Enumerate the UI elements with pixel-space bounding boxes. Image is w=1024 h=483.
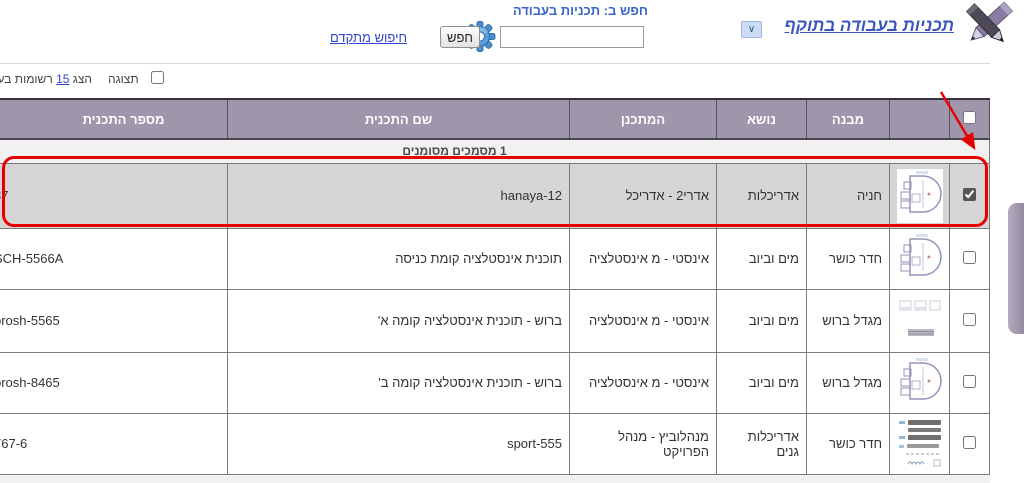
records-prefix: הצג [73, 72, 92, 86]
search-input[interactable] [500, 26, 644, 48]
plan-thumbnail-cell [890, 352, 950, 413]
select-all-checkbox[interactable] [963, 111, 976, 124]
floor-plan-thumbnail[interactable] [896, 250, 944, 265]
plan-thumbnail-cell [890, 413, 950, 474]
records-count-link[interactable]: 15 [56, 72, 69, 86]
plan-thumbnail-cell [890, 163, 950, 228]
subject-cell: מים וביוב [717, 228, 807, 289]
marked-documents-row: 1 מסמכים מסומנים [0, 139, 990, 163]
plan-number-cell: brosh-8465 [0, 352, 228, 413]
crossed-pencils-icon [956, 0, 1022, 52]
subject-cell: אדריכלות [717, 163, 807, 228]
plan-name: ברוש - תוכנית אינסטלציה קומה א' [378, 313, 562, 328]
building-cell: חניה [807, 163, 890, 228]
column-header-subject: נושא [717, 99, 807, 139]
row-select-cell [950, 352, 990, 413]
plan-number-cell: 767-6 [0, 413, 228, 474]
row-select-checkbox[interactable] [963, 375, 976, 388]
plan-thumbnail-cell [890, 289, 950, 352]
plan-number-cell: brosh-5565 [0, 289, 228, 352]
table-footer [0, 475, 990, 483]
display-label: תצוגה [108, 72, 139, 86]
subject-cell: מים וביוב [717, 352, 807, 413]
row-select-checkbox[interactable] [963, 251, 976, 264]
plan-name-cell: תוכנית אינסטלציה קומת כניסה [228, 228, 570, 289]
page-title-link[interactable]: תכניות בעבודה בתוקף [784, 16, 954, 36]
row-select-checkbox[interactable] [963, 188, 976, 201]
column-header-planner: המתכנן [570, 99, 717, 139]
search-button[interactable]: חפש [440, 26, 480, 48]
advanced-search-link[interactable]: חיפוש מתקדם [330, 30, 407, 45]
column-header-thumb [890, 99, 950, 139]
subject-cell: אדריכלות גנים [717, 413, 807, 474]
table-row[interactable]: חדר כושראדריכלות גניםמנהלוביץ - מנהל הפר… [0, 413, 990, 474]
plan-name-cell: hanaya-12 [228, 163, 570, 228]
planner-cell: אינסטי - מ אינסטלציה [570, 289, 717, 352]
building-cell: חדר כושר [807, 228, 890, 289]
building-cell: מגדל ברוש [807, 352, 890, 413]
side-panel-tab[interactable] [1008, 203, 1024, 334]
row-select-cell [950, 228, 990, 289]
plan-name: ברוש - תוכנית אינסטלציה קומה ב' [378, 375, 562, 390]
records-suffix: רשומות בעמוד [0, 72, 53, 86]
plan-thumbnail-cell [890, 228, 950, 289]
planner-cell: אינסטי - מ אינסטלציה [570, 228, 717, 289]
table-row[interactable]: מגדל ברושמים וביובאינסטי - מ אינסטלציה בר… [0, 352, 990, 413]
plans-table: מבנהנושאהמתכנןשם התכניתמספר התכנית 1 מסמ… [0, 98, 990, 475]
records-per-page-text: הצג 15 רשומות בעמוד [0, 72, 92, 86]
plan-name: תוכנית אינסטלציה קומת כניסה [395, 251, 562, 266]
table-row[interactable]: מגדל ברושמים וביובאינסטי - מ אינסטלציה בר… [0, 289, 990, 352]
column-header-name: שם התכנית [228, 99, 570, 139]
plan-name-cell: sport-555 [228, 413, 570, 474]
plan-name-cell: ברוש - תוכנית אינסטלציה קומה ב' [228, 352, 570, 413]
floor-plan-thumbnail[interactable] [896, 187, 944, 202]
table-row[interactable]: חדר כושרמים וביובאינסטי - מ אינסטלציה תוכ… [0, 228, 990, 289]
building-cell: מגדל ברוש [807, 289, 890, 352]
subject-cell: מים וביוב [717, 289, 807, 352]
planner-cell: אינסטי - מ אינסטלציה [570, 352, 717, 413]
table-row[interactable]: חניהאדריכלותאדרי2 - אדריכל hanaya-12 37 [0, 163, 990, 228]
column-header-number: מספר התכנית [0, 99, 228, 139]
display-toggle-checkbox[interactable] [151, 71, 164, 84]
page: { "header": { "title": "תכניות בעבודה בת… [0, 0, 1024, 483]
row-select-checkbox[interactable] [963, 313, 976, 326]
row-select-cell [950, 163, 990, 228]
list-controls: תצוגה הצג 15 רשומות בעמוד [0, 64, 990, 98]
search-scope-caption: חפש ב: תכניות בעבודה [513, 3, 648, 18]
results-panel: תצוגה הצג 15 רשומות בעמוד מבנהנושאהמתכנן… [0, 63, 990, 483]
column-header-building: מבנה [807, 99, 890, 139]
building-cell: חדר כושר [807, 413, 890, 474]
plan-number-cell: 37 [0, 163, 228, 228]
plan-number-cell: SCH-5566A [0, 228, 228, 289]
elevations-thumbnail[interactable] [896, 312, 944, 327]
planner-cell: מנהלוביץ - מנהל הפרויקט [570, 413, 717, 474]
schedule-doc-thumbnail[interactable] [896, 435, 944, 450]
plan-name: hanaya-12 [501, 188, 562, 203]
planner-cell: אדרי2 - אדריכל [570, 163, 717, 228]
marked-documents-summary: 1 מסמכים מסומנים [0, 139, 990, 163]
row-select-cell [950, 413, 990, 474]
title-dropdown-button[interactable]: ∨ [741, 21, 762, 38]
row-select-checkbox[interactable] [963, 436, 976, 449]
row-select-cell [950, 289, 990, 352]
floor-plan-thumbnail[interactable] [896, 374, 944, 389]
column-header-check[interactable] [950, 99, 990, 139]
plan-name-cell: ברוש - תוכנית אינסטלציה קומה א' [228, 289, 570, 352]
table-header-row: מבנהנושאהמתכנןשם התכניתמספר התכנית [0, 99, 990, 139]
plan-name: sport-555 [507, 436, 562, 451]
